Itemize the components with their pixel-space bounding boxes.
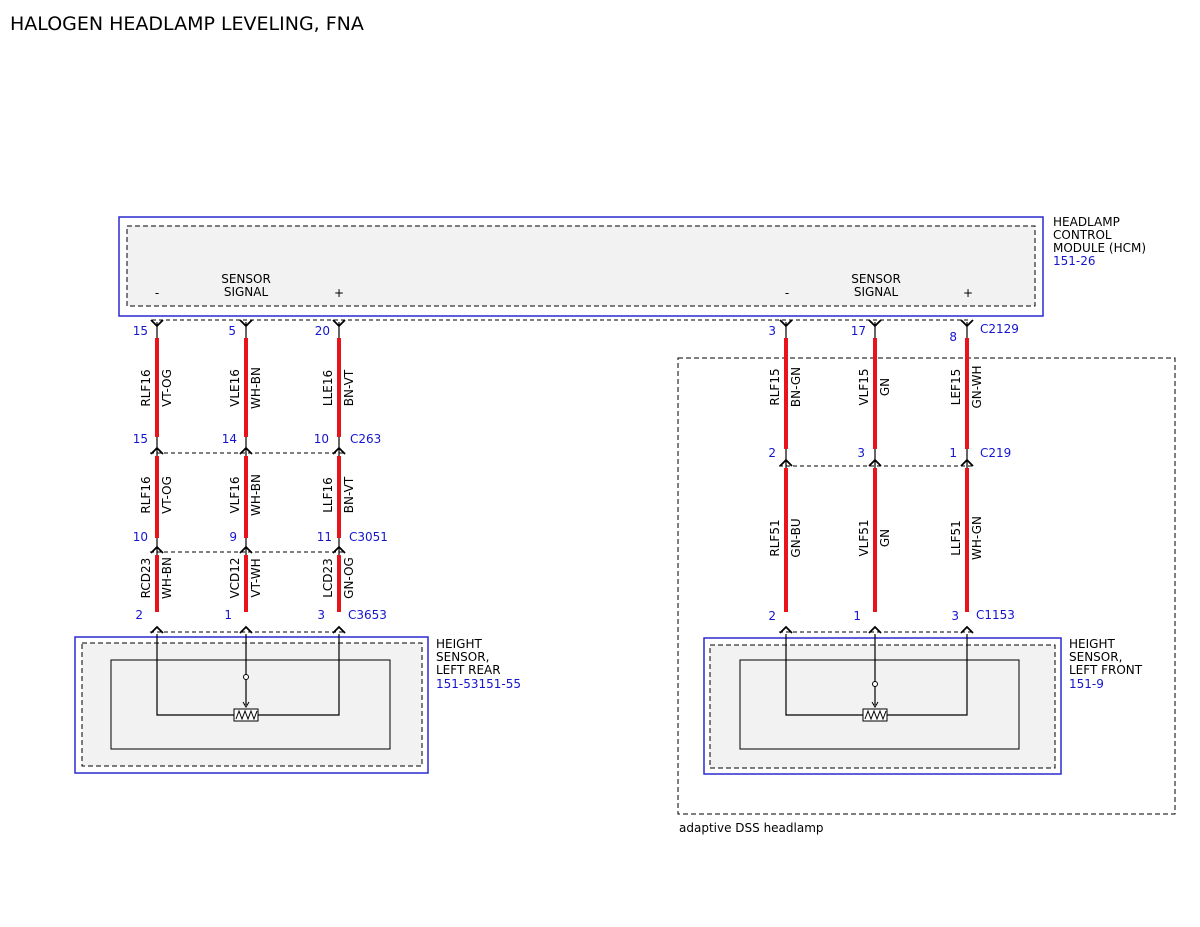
c219-pin-1: 2 [768,446,776,460]
left-sensor-name-3: LEFT REAR [436,663,501,677]
connector-c263[interactable]: C263 [350,432,381,446]
wire-label-color: WH-BN [249,474,263,516]
hcm-pin-right-1: 3 [768,324,776,338]
wire-label-circuit: RLF16 [139,476,153,513]
right-sensor-name-2: SENSOR, [1069,650,1122,664]
right-circuit: 2 3 1 C219 2 1 3 C1153 RLF15 BN-GN VLF15… [703,319,1143,775]
hcm-pin-right-2: 17 [851,324,866,338]
headlamp-control-module: - SENSOR SIGNAL + - SENSOR SIGNAL + HEAD… [118,215,1146,344]
left-sensor-name-2: SENSOR, [436,650,489,664]
wire-label-circuit: LLE16 [321,370,335,406]
height-sensor-left-front: HEIGHT SENSOR, LEFT FRONT 151-9 [703,634,1143,775]
potentiometer-icon [862,708,888,722]
wiring-diagram: HALOGEN HEADLAMP LEVELING, FNA - SENSOR … [10,13,1176,835]
hcm-right-plus-label: + [963,286,973,300]
wire-label-color: VT-WH [249,558,263,597]
c3653-pin-3: 3 [317,608,325,622]
right-sensor-name-3: LEFT FRONT [1069,663,1143,677]
wire-label-color: BN-GN [789,367,803,407]
wire-label-color: GN-BU [789,518,803,557]
c263-pin-1: 15 [133,432,148,446]
c263-pin-3: 10 [314,432,329,446]
c1153-pin-1: 2 [768,609,776,623]
wire-label-color: GN [878,529,892,547]
hcm-left-plus-label: + [334,286,344,300]
wire-label-circuit: VLE16 [228,369,242,407]
hcm-left-signal-label-1: SENSOR [221,272,271,286]
wire-label-circuit: LLF51 [949,520,963,556]
c3653-pin-2: 1 [224,608,232,622]
c3051-pin-1: 10 [133,530,148,544]
wire-label-circuit: LEF15 [949,369,963,405]
c3051-pin-2: 9 [229,530,237,544]
height-sensor-left-rear: HEIGHT SENSOR, LEFT REAR 151-53151-55 [74,634,521,774]
connector-c3653[interactable]: C3653 [348,608,387,622]
wire-label-circuit: RLF51 [768,519,782,556]
wire-label-circuit: RLF15 [768,368,782,405]
wire-label-color: VT-OG [160,369,174,407]
wire-label-circuit: VLF51 [857,519,871,556]
hcm-connector-c2129[interactable]: C2129 [980,322,1019,336]
wire-label-color: WH-BN [249,367,263,409]
adaptive-dss-label: adaptive DSS headlamp [679,821,824,835]
potentiometer-icon [233,708,259,722]
wire-label-color: WH-GN [970,516,984,560]
right-sensor-ref-link[interactable]: 151-9 [1069,677,1104,691]
c3653-pin-1: 2 [135,608,143,622]
c3051-pin-3: 11 [317,530,332,544]
wire-label-color: VT-OG [160,476,174,514]
wire-label-color: BN-VT [342,369,356,406]
wire-label-circuit: VCD12 [228,557,242,598]
hcm-name-line-2: CONTROL [1053,228,1112,242]
c1153-pin-3: 3 [951,609,959,623]
hcm-right-signal-label-2: SIGNAL [854,285,899,299]
wire-label-color: GN-WH [970,365,984,408]
hcm-right-minus-label: - [785,286,789,300]
c1153-pin-2: 1 [853,609,861,623]
wire-label-color: WH-BN [160,557,174,599]
hcm-pin-left-3: 20 [315,324,330,338]
left-sensor-name-1: HEIGHT [436,637,482,651]
hcm-pin-right-3: 8 [949,330,957,344]
wire-label-circuit: LLF16 [321,477,335,513]
hcm-pin-left-2: 5 [228,324,236,338]
wire-label-circuit: RCD23 [139,558,153,599]
wire-label-color: GN-OG [342,557,356,599]
hcm-left-minus-label: - [155,286,159,300]
hcm-name-line-3: MODULE (HCM) [1053,241,1146,255]
connector-c219[interactable]: C219 [980,446,1011,460]
hcm-name-line-1: HEADLAMP [1053,215,1120,229]
hcm-pin-left-1: 15 [133,324,148,338]
right-sensor-name-1: HEIGHT [1069,637,1115,651]
hcm-right-signal-label-1: SENSOR [851,272,901,286]
wire-label-color: BN-VT [342,476,356,513]
c263-pin-2: 14 [222,432,237,446]
left-circuit: 15 14 10 C263 10 9 11 C3051 2 1 3 C3653 … [74,319,521,774]
left-sensor-ref-link[interactable]: 151-53151-55 [436,677,521,691]
connector-c1153[interactable]: C1153 [976,608,1015,622]
c219-pin-2: 3 [857,446,865,460]
hcm-left-signal-label-2: SIGNAL [224,285,269,299]
connector-c3051[interactable]: C3051 [349,530,388,544]
wire-label-circuit: VLF15 [857,368,871,405]
wire-label-color: GN [878,378,892,396]
wire-label-circuit: RLF16 [139,369,153,406]
wire-label-circuit: LCD23 [321,558,335,598]
wire-label-circuit: VLF16 [228,476,242,513]
hcm-ref-link[interactable]: 151-26 [1053,254,1096,268]
diagram-title: HALOGEN HEADLAMP LEVELING, FNA [10,13,364,35]
c219-pin-3: 1 [949,446,957,460]
